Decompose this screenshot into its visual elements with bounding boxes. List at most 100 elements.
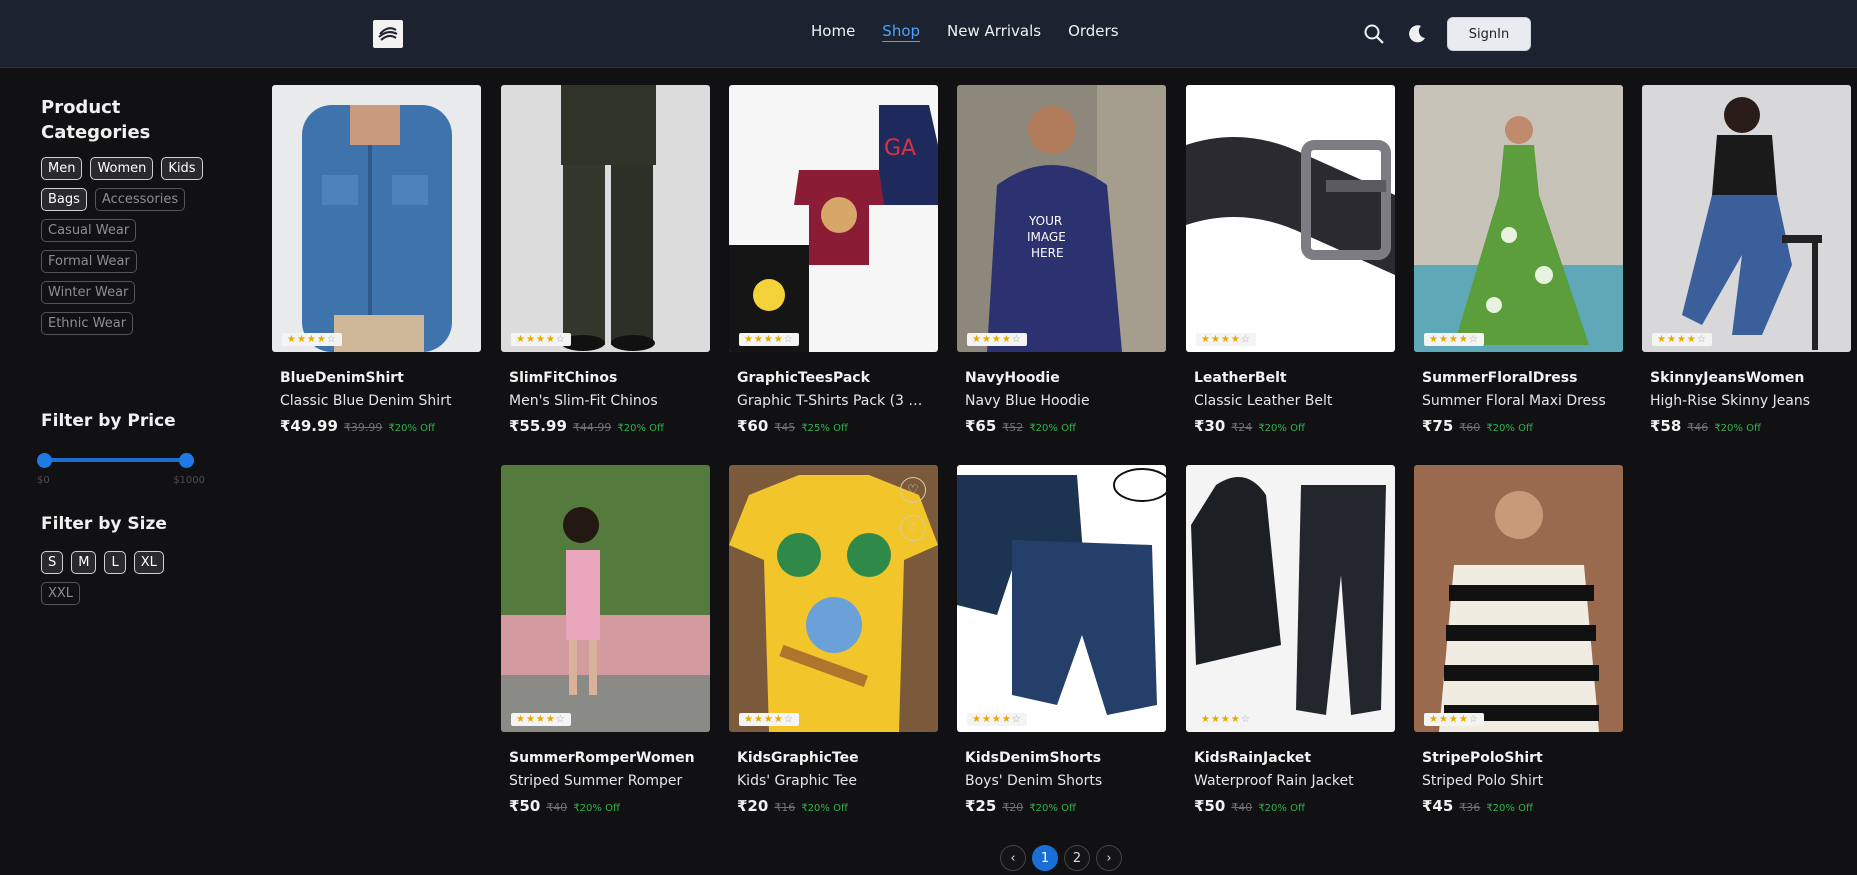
size-chip-s[interactable]: S	[41, 551, 64, 574]
rating-badge: ★★★★☆	[1196, 333, 1256, 346]
product-image[interactable]: ★★★★☆	[1414, 465, 1623, 732]
product-image[interactable]: ♡ ♡ ★★★★☆	[729, 465, 938, 732]
category-chip-formal-wear[interactable]: Formal Wear	[41, 250, 137, 273]
nav-orders[interactable]: Orders	[1068, 22, 1118, 40]
product-image[interactable]: ★★★★☆	[1186, 85, 1395, 352]
product-old-price: ₹45	[774, 421, 796, 434]
product-title[interactable]: Summer Floral Maxi Dress	[1414, 393, 1614, 409]
product-prices: ₹75 ₹60 ₹20% Off	[1414, 417, 1623, 435]
nav-shop[interactable]: Shop	[882, 22, 920, 40]
nav-new-arrivals[interactable]: New Arrivals	[947, 22, 1041, 40]
product-old-price: ₹36	[1459, 801, 1481, 814]
product-prices: ₹25 ₹20 ₹20% Off	[957, 797, 1166, 815]
product-price: ₹50	[509, 797, 541, 815]
size-chip-xl[interactable]: XL	[133, 551, 164, 574]
size-chip-xxl[interactable]: XXL	[41, 582, 81, 605]
product-image[interactable]: ★★★★☆	[1414, 85, 1623, 352]
product-slug: SkinnyJeansWomen	[1650, 370, 1805, 386]
product-title[interactable]: Navy Blue Hoodie	[957, 393, 1157, 409]
slider-max-handle[interactable]	[179, 453, 194, 468]
prev-page-chevron-left-icon[interactable]: ‹	[1000, 845, 1026, 871]
product-card[interactable]: ★★★★☆ KidsRainJacket Waterproof Rain Jac…	[1186, 465, 1395, 815]
rating-badge: ★★★★☆	[1424, 333, 1484, 346]
product-title[interactable]: Striped Summer Romper	[501, 773, 701, 789]
product-discount: ₹20% Off	[617, 423, 664, 434]
rating-badge: ★★★★☆	[1196, 713, 1256, 726]
wishlist-heart-icon[interactable]: ♡	[900, 477, 926, 503]
product-image[interactable]: ★★★★☆	[501, 465, 710, 732]
product-card[interactable]: ★★★★☆ LeatherBelt Classic Leather Belt ₹…	[1186, 85, 1395, 435]
category-chip-casual-wear[interactable]: Casual Wear	[41, 219, 137, 242]
product-title[interactable]: High-Rise Skinny Jeans	[1642, 393, 1842, 409]
product-title[interactable]: Classic Leather Belt	[1186, 393, 1386, 409]
brand-logo[interactable]	[373, 20, 403, 48]
price-range-slider[interactable]	[37, 453, 194, 468]
product-title[interactable]: Graphic T-Shirts Pack (3 pc...	[729, 393, 929, 409]
category-chip-ethnic-wear[interactable]: Ethnic Wear	[41, 312, 134, 335]
product-prices: ₹55.99 ₹44.99 ₹20% Off	[501, 417, 710, 435]
product-title[interactable]: Waterproof Rain Jacket	[1186, 773, 1386, 789]
product-card[interactable]: ★★★★☆ KidsDenimShorts Boys' Denim Shorts…	[957, 465, 1166, 815]
category-chip-bags[interactable]: Bags	[41, 188, 87, 211]
svg-text:GA: GA	[884, 136, 916, 161]
quick-view-icon[interactable]: ♡	[900, 515, 926, 541]
moon-icon[interactable]	[1405, 22, 1429, 46]
signin-button[interactable]: SignIn	[1447, 17, 1531, 51]
size-chip-m[interactable]: M	[71, 551, 97, 574]
product-slug: GraphicTeesPack	[737, 370, 870, 386]
product-old-price: ₹52	[1002, 421, 1024, 434]
category-chip-accessories[interactable]: Accessories	[94, 188, 186, 211]
slider-track	[41, 458, 188, 462]
product-price: ₹55.99	[509, 417, 567, 435]
price-filter-title: Filter by Price	[41, 411, 176, 431]
product-card[interactable]: ★★★★☆ SummerRomperWomen Striped Summer R…	[501, 465, 710, 815]
next-page-chevron-right-icon[interactable]: ›	[1096, 845, 1122, 871]
search-icon[interactable]	[1362, 22, 1386, 46]
category-chips: Men Women Kids Bags Accessories Casual W…	[41, 157, 211, 335]
nav-home[interactable]: Home	[811, 22, 855, 40]
product-discount: ₹20% Off	[573, 803, 620, 814]
rating-badge: ★★★★☆	[511, 713, 571, 726]
product-slug: NavyHoodie	[965, 370, 1060, 386]
product-image[interactable]: ★★★★☆	[957, 465, 1166, 732]
product-image[interactable]: ★★★★☆	[1186, 465, 1395, 732]
product-title[interactable]: Men's Slim-Fit Chinos	[501, 393, 701, 409]
categories-title: Product Categories	[41, 97, 151, 143]
product-card[interactable]: ★★★★☆ BlueDenimShirt Classic Blue Denim …	[272, 85, 481, 435]
product-image[interactable]: ★★★★☆	[272, 85, 481, 352]
pagination: ‹ 1 2 ›	[1000, 845, 1122, 871]
product-card[interactable]: ★★★★☆ SkinnyJeansWomen High-Rise Skinny …	[1642, 85, 1851, 435]
product-old-price: ₹20	[1002, 801, 1024, 814]
product-discount: ₹20% Off	[1714, 423, 1761, 434]
product-title[interactable]: Boys' Denim Shorts	[957, 773, 1157, 789]
category-chip-kids[interactable]: Kids	[161, 157, 203, 180]
product-card[interactable]: ★★★★☆ SummerFloralDress Summer Floral Ma…	[1414, 85, 1623, 435]
product-price: ₹25	[965, 797, 997, 815]
rating-badge: ★★★★☆	[739, 713, 799, 726]
category-chip-men[interactable]: Men	[41, 157, 83, 180]
product-slug: SlimFitChinos	[509, 370, 618, 386]
page-button-2[interactable]: 2	[1064, 845, 1090, 871]
product-old-price: ₹16	[774, 801, 796, 814]
product-image[interactable]: ★★★★☆	[501, 85, 710, 352]
product-prices: ₹50 ₹40 ₹20% Off	[501, 797, 710, 815]
product-card[interactable]: ♡ ♡ ★★★★☆ KidsGraphicTee Kids' Graphic T…	[729, 465, 938, 815]
size-chip-l[interactable]: L	[104, 551, 126, 574]
product-price: ₹49.99	[280, 417, 338, 435]
product-price: ₹60	[737, 417, 769, 435]
product-title[interactable]: Classic Blue Denim Shirt	[272, 393, 472, 409]
product-card[interactable]: YOUR IMAGE HERE ★★★★☆ NavyHoodie Navy Blue…	[957, 85, 1166, 435]
product-title[interactable]: Kids' Graphic Tee	[729, 773, 929, 789]
product-discount: ₹20% Off	[801, 803, 848, 814]
product-image[interactable]: ★★★★☆	[1642, 85, 1851, 352]
category-chip-winter-wear[interactable]: Winter Wear	[41, 281, 136, 304]
category-chip-women[interactable]: Women	[90, 157, 154, 180]
product-card[interactable]: ★★★★☆ StripePoloShirt Striped Polo Shirt…	[1414, 465, 1623, 815]
slider-min-handle[interactable]	[37, 453, 52, 468]
product-title[interactable]: Striped Polo Shirt	[1414, 773, 1614, 789]
product-image[interactable]: YOUR IMAGE HERE ★★★★☆	[957, 85, 1166, 352]
page-button-1[interactable]: 1	[1032, 845, 1058, 871]
product-image[interactable]: GA ★★★★☆	[729, 85, 938, 352]
product-card[interactable]: ★★★★☆ SlimFitChinos Men's Slim-Fit Chino…	[501, 85, 710, 435]
product-card[interactable]: GA ★★★★☆ GraphicTeesPack Graphic T-Shirt…	[729, 85, 938, 435]
